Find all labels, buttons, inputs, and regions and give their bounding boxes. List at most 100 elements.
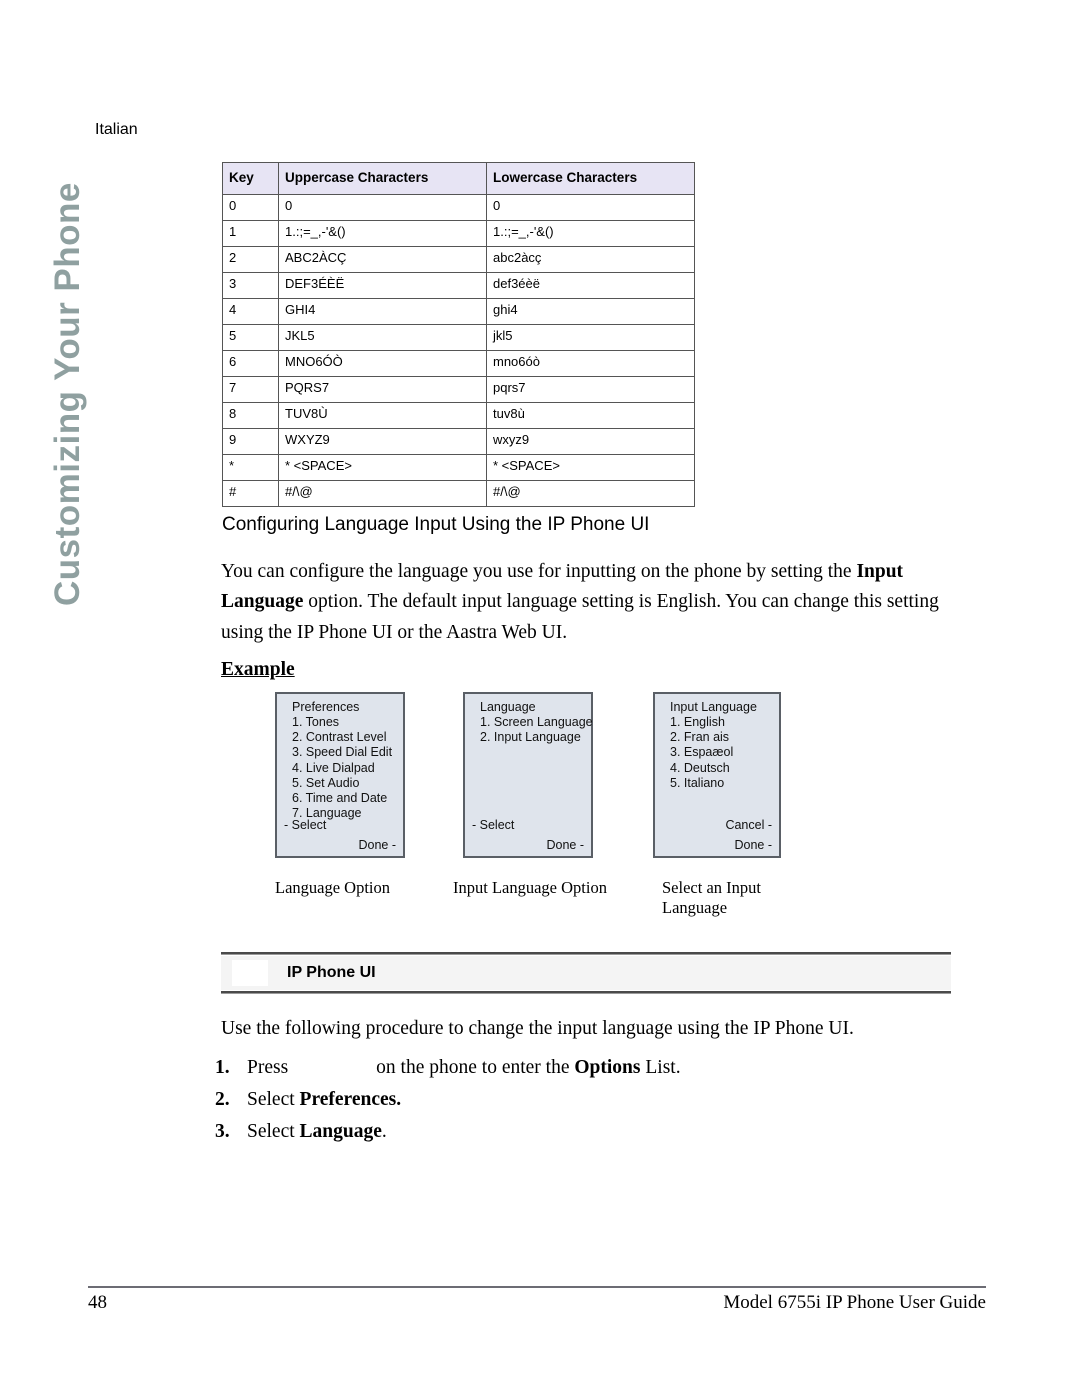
step-number: 3. <box>215 1121 230 1142</box>
cell-lowercase: wxyz9 <box>486 427 695 455</box>
cell-lowercase: 1.:;=_,-'&() <box>486 219 695 247</box>
cell-key: 0 <box>222 193 279 221</box>
cell-key: 9 <box>222 427 279 455</box>
screen-menu-item: 1. Screen Language <box>480 715 593 730</box>
cell-lowercase: pqrs7 <box>486 375 695 403</box>
cell-key: 1 <box>222 219 279 247</box>
step-text: Select Language. <box>247 1121 387 1143</box>
table-row: 2 ABC2ÀCÇ abc2àcç <box>222 245 695 273</box>
cell-key: * <box>222 453 279 481</box>
step-text-bold: Options <box>574 1057 641 1078</box>
softkey-done: Done - <box>546 838 584 852</box>
table-row: 3 DEF3ÉÈË def3éèë <box>222 271 695 299</box>
band-divider-bottom <box>221 991 951 994</box>
screen-caption: Input Language Option <box>453 878 607 897</box>
step-number: 1. <box>215 1057 230 1078</box>
example-screens-group: Preferences 1. Tones 2. Contrast Level 3… <box>275 692 915 917</box>
screen-title: Input Language <box>670 700 757 714</box>
screen-title: Preferences <box>292 700 360 714</box>
screen-menu-item: 5. Set Audio <box>292 775 360 790</box>
column-header-uppercase: Uppercase Characters <box>278 162 487 195</box>
cell-uppercase: WXYZ9 <box>278 427 487 455</box>
step-text: Select Preferences. <box>247 1089 401 1111</box>
screen-menu-item: 1. Tones <box>292 715 340 730</box>
softkey-select: - Select <box>284 818 327 832</box>
table-row: 0 0 0 <box>222 193 695 221</box>
cell-lowercase: mno6óò <box>486 349 695 377</box>
band-divider-top <box>221 952 951 955</box>
cell-key: 4 <box>222 297 279 325</box>
screen-menu-item: 4. Deutsch <box>670 760 730 775</box>
cell-key: 6 <box>222 349 279 377</box>
table-row: * * <SPACE> * <SPACE> <box>222 453 695 481</box>
cell-uppercase: 0 <box>278 193 487 221</box>
page-title: Configuring Language Input Using the IP … <box>222 514 650 535</box>
screen-menu-item: 1. English <box>670 715 725 730</box>
cell-uppercase: 1.:;=_,-'&() <box>278 219 487 247</box>
list-item: 3. Select Language. <box>215 1121 915 1143</box>
screen-menu-item: 3. Espaæol <box>670 745 734 760</box>
example-label: Example <box>221 659 295 680</box>
character-mapping-table: Key Uppercase Characters Lowercase Chara… <box>222 162 695 507</box>
cell-uppercase: MNO6ÓÒ <box>278 349 487 377</box>
step-text-bold: Language <box>299 1121 382 1142</box>
table-row: 6 MNO6ÓÒ mno6óò <box>222 349 695 377</box>
softkey-done: Done - <box>358 838 396 852</box>
step-text-mid: on the phone to enter the <box>376 1057 575 1078</box>
screen-menu-item: 3. Speed Dial Edit <box>292 745 393 760</box>
cell-lowercase: def3éèë <box>486 271 695 299</box>
paragraph-text-part2: option. The default input language setti… <box>221 591 939 643</box>
step-text-bold: Preferences. <box>299 1089 402 1110</box>
softkey-done: Done - <box>734 838 772 852</box>
table-row: 5 JKL5 jkl5 <box>222 323 695 351</box>
ip-phone-ui-section-band: IP Phone UI <box>221 952 951 994</box>
phone-icon <box>232 960 268 986</box>
language-section-label: Italian <box>95 121 138 138</box>
cell-key: 3 <box>222 271 279 299</box>
phone-screen-language: Language 1. Screen Language 2. Input Lan… <box>463 692 593 858</box>
cell-lowercase: abc2àcç <box>486 245 695 273</box>
table-header-row: Key Uppercase Characters Lowercase Chara… <box>222 162 695 195</box>
screen-caption: Select an Input Language <box>662 878 761 918</box>
footer-guide-title: Model 6755i IP Phone User Guide <box>723 1292 986 1313</box>
footer-divider <box>88 1286 986 1288</box>
softkey-select: - Select <box>472 818 515 832</box>
cell-uppercase: JKL5 <box>278 323 487 351</box>
screen-caption: Language Option <box>275 878 391 897</box>
list-item: 2. Select Preferences. <box>215 1089 915 1111</box>
table-row: 8 TUV8Ù tuv8ù <box>222 401 695 429</box>
phone-screen-input-language: Input Language 1. English 2. Fran ais 3.… <box>653 692 781 858</box>
cell-lowercase: 0 <box>486 193 695 221</box>
cell-key: 8 <box>222 401 279 429</box>
cell-uppercase: GHI4 <box>278 297 487 325</box>
screen-menu-item: 2. Fran ais <box>670 730 730 745</box>
procedure-intro: Use the following procedure to change th… <box>221 1018 854 1039</box>
column-header-key: Key <box>222 162 279 195</box>
cell-lowercase: tuv8ù <box>486 401 695 429</box>
screen-menu-item: 2. Input Language <box>480 730 581 745</box>
cell-lowercase: ghi4 <box>486 297 695 325</box>
cell-lowercase: jkl5 <box>486 323 695 351</box>
band-body: IP Phone UI <box>221 956 951 990</box>
screen-menu-item: 4. Live Dialpad <box>292 760 375 775</box>
cell-lowercase: * <SPACE> <box>486 453 695 481</box>
softkey-cancel: Cancel - <box>725 818 772 832</box>
step-text: Press on the phone to enter the Options L… <box>247 1057 681 1079</box>
procedure-steps-list: 1. Press on the phone to enter the Option… <box>215 1057 915 1153</box>
table-row: 9 WXYZ9 wxyz9 <box>222 427 695 455</box>
table-row: 4 GHI4 ghi4 <box>222 297 695 325</box>
cell-uppercase: TUV8Ù <box>278 401 487 429</box>
cell-uppercase: ABC2ÀCÇ <box>278 245 487 273</box>
cell-key: 7 <box>222 375 279 403</box>
step-text-pre: Press <box>247 1057 289 1078</box>
page-number: 48 <box>88 1292 107 1313</box>
list-item: 1. Press on the phone to enter the Option… <box>215 1057 915 1079</box>
screen-title: Language <box>480 700 536 714</box>
cell-key: # <box>222 479 279 507</box>
screen-menu-item: 5. Italiano <box>670 775 725 790</box>
band-title: IP Phone UI <box>287 964 376 981</box>
table-row: 7 PQRS7 pqrs7 <box>222 375 695 403</box>
step-text-post: . <box>381 1121 387 1142</box>
step-number: 2. <box>215 1089 230 1110</box>
step-text-pre: Select <box>247 1089 300 1110</box>
